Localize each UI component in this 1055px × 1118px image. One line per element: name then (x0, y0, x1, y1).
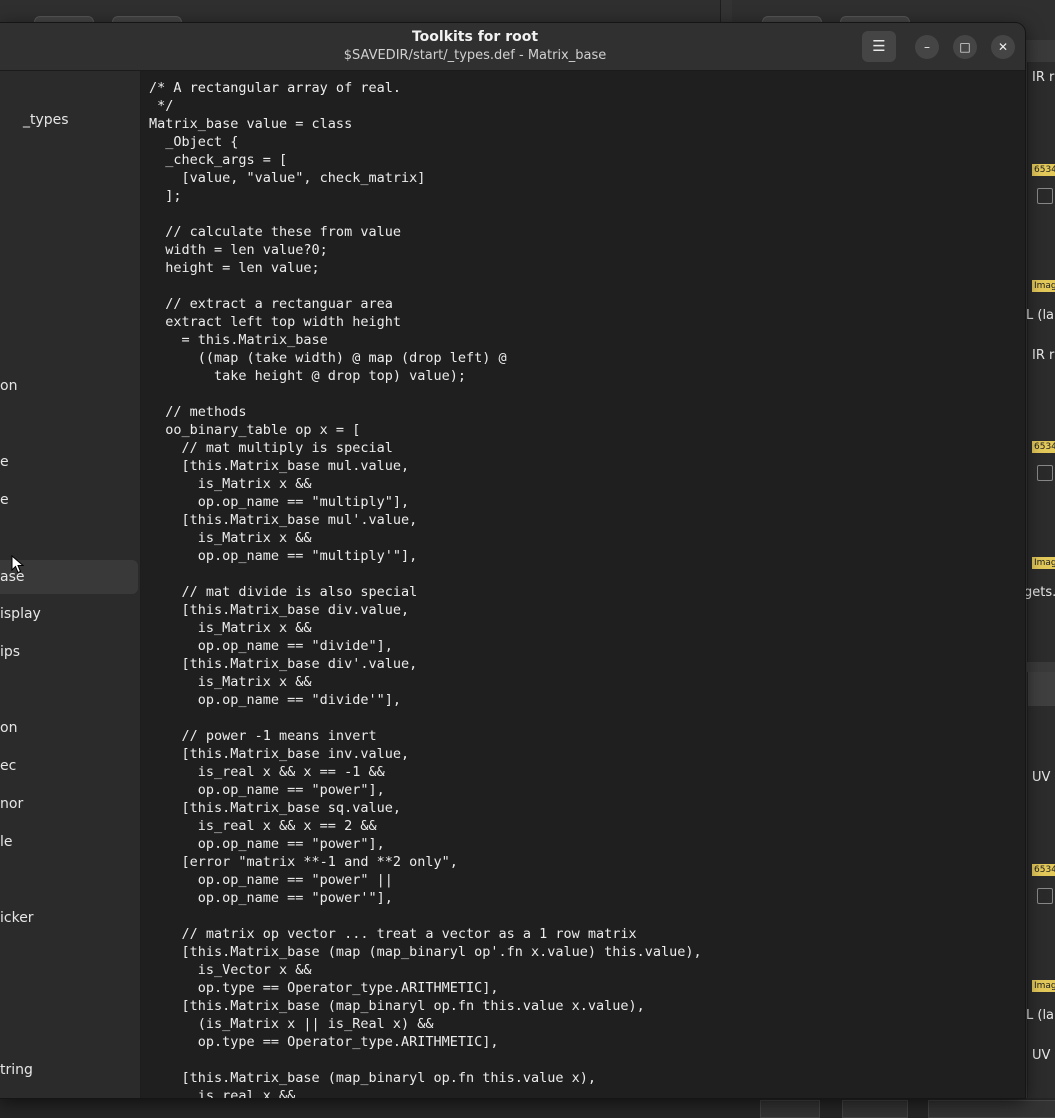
background-label: UV (1032, 770, 1051, 785)
background-label: L (lal (1026, 1008, 1055, 1023)
sidebar-item[interactable]: isplay (0, 597, 140, 631)
sidebar-item[interactable]: on (0, 369, 140, 403)
sidebar-item[interactable]: ec (0, 749, 140, 783)
background-label: IR r (1032, 348, 1055, 363)
background-checkbox (1037, 888, 1053, 904)
background-checkbox (1037, 465, 1053, 481)
maximize-button[interactable]: □ (953, 35, 977, 59)
background-bottom-bar (0, 1098, 1055, 1118)
background-label: IR r (1032, 70, 1055, 85)
background-segment (928, 1100, 1055, 1118)
background-badge: Imag (1032, 980, 1055, 992)
background-segment (760, 1100, 820, 1118)
minimize-button[interactable]: – (915, 35, 939, 59)
close-button[interactable]: ✕ (991, 35, 1015, 59)
background-panel (1027, 672, 1055, 706)
sidebar-item[interactable]: nor (0, 787, 140, 821)
maximize-icon: □ (959, 40, 971, 54)
sidebar-item[interactable]: enum (0, 1091, 140, 1098)
background-badge: Imag (1032, 280, 1055, 292)
sidebar-item[interactable]: le (0, 825, 140, 859)
background-label: L (lal (1026, 308, 1055, 323)
hamburger-menu-icon: ☰ (872, 37, 886, 55)
sidebar-item[interactable]: e (0, 445, 140, 479)
background-badge: Imag (1032, 557, 1055, 569)
code-editor[interactable]: /* A rectangular array of real. */ Matri… (141, 71, 1025, 1098)
mouse-pointer-icon (11, 555, 25, 574)
minimize-icon: – (924, 40, 930, 54)
background-checkbox (1037, 188, 1053, 204)
window-titlebar[interactable]: Toolkits for root $SAVEDIR/start/_types.… (0, 23, 1025, 71)
background-badge: 6534 (1032, 441, 1055, 453)
sidebar-item-types[interactable]: _types (0, 103, 140, 137)
toolkits-window: Toolkits for root $SAVEDIR/start/_types.… (0, 23, 1025, 1098)
background-badge: 6534 (1032, 864, 1055, 876)
close-icon: ✕ (997, 40, 1009, 54)
sidebar-item[interactable]: e (0, 483, 140, 517)
sidebar-item[interactable]: ips (0, 635, 140, 669)
background-label: UV (1032, 1048, 1051, 1063)
background-badge: 6534 (1032, 164, 1055, 176)
background-segment (842, 1100, 908, 1118)
code-text[interactable]: /* A rectangular array of real. */ Matri… (141, 71, 1025, 1098)
background-label: gets. (1024, 585, 1055, 600)
sidebar-item[interactable]: on (0, 711, 140, 745)
toolkit-sidebar[interactable]: _types on e e ase isplay ips on ec nor l… (0, 71, 141, 1098)
window-subtitle: $SAVEDIR/start/_types.def - Matrix_base (343, 48, 607, 63)
window-title: Toolkits for root (411, 29, 539, 45)
sidebar-item[interactable]: tring (0, 1053, 140, 1087)
menu-button[interactable]: ☰ (862, 31, 896, 62)
sidebar-item[interactable]: icker (0, 901, 140, 935)
